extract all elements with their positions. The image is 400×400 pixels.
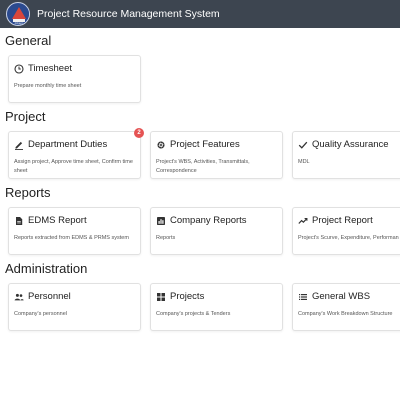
card-title: Company Reports [170,215,247,226]
card-general-wbs[interactable]: General WBS Company's Work Breakdown Str… [292,283,400,331]
image-report-icon [156,216,166,226]
people-icon [14,292,24,302]
card-projects[interactable]: Projects Company's projects & Tenders [150,283,283,331]
card-description: Company's projects & Tenders [156,311,231,317]
card-description: Project's WBS, Activities, Transmittals,… [156,159,250,174]
card-title: EDMS Report [28,215,87,226]
pencil-icon [14,140,24,150]
app-title: Project Resource Management System [37,8,220,20]
card-description: MDL [298,159,310,165]
svg-text:PRMS: PRMS [15,22,24,26]
logo-icon[interactable]: PRMS [6,2,30,26]
card-department-duties[interactable]: Department Duties Assign project, Approv… [8,128,144,179]
card-title: Projects [170,291,205,302]
card-description: Company's personnel [14,311,68,317]
card-description: Prepare monthly time sheet [14,83,82,89]
notification-badge: 2 [134,128,144,138]
card-description: Reports [156,235,176,241]
card-project-report[interactable]: Project Report Project's Scurve, Expendi… [292,207,400,255]
section-title-administration: Administration [5,261,88,276]
card-quality-assurance[interactable]: Quality Assurance MDL [292,131,400,179]
trending-icon [298,216,308,226]
card-description: Project's Scurve, Expenditure, Performan [298,235,399,241]
grid-icon [156,292,166,302]
card-description: Reports extracted from EDMS & PRMS syste… [14,235,129,241]
section-title-reports: Reports [5,185,51,200]
section-title-project: Project [5,109,46,124]
list-icon [298,292,308,302]
gear-icon [156,140,166,150]
card-title: Timesheet [28,63,72,74]
card-timesheet[interactable]: Timesheet Prepare monthly time sheet [8,55,141,103]
card-title: Quality Assurance [312,139,389,150]
card-title: General WBS [312,291,371,302]
card-title: Department Duties [28,139,108,150]
card-description: Company's Work Breakdown Structure [298,311,393,317]
document-icon [14,216,24,226]
card-title: Project Report [312,215,373,226]
clock-icon [14,64,24,74]
card-title: Project Features [170,139,240,150]
card-company-reports[interactable]: Company Reports Reports [150,207,283,255]
card-project-features[interactable]: Project Features Project's WBS, Activiti… [150,131,283,179]
card-title: Personnel [28,291,71,302]
card-personnel[interactable]: Personnel Company's personnel [8,283,141,331]
check-icon [298,140,308,150]
card-edms-report[interactable]: EDMS Report Reports extracted from EDMS … [8,207,141,255]
section-title-general: General [5,33,52,48]
card-description: Assign project, Approve time sheet, Conf… [14,159,133,174]
app-header: PRMS Project Resource Management System [0,0,400,28]
